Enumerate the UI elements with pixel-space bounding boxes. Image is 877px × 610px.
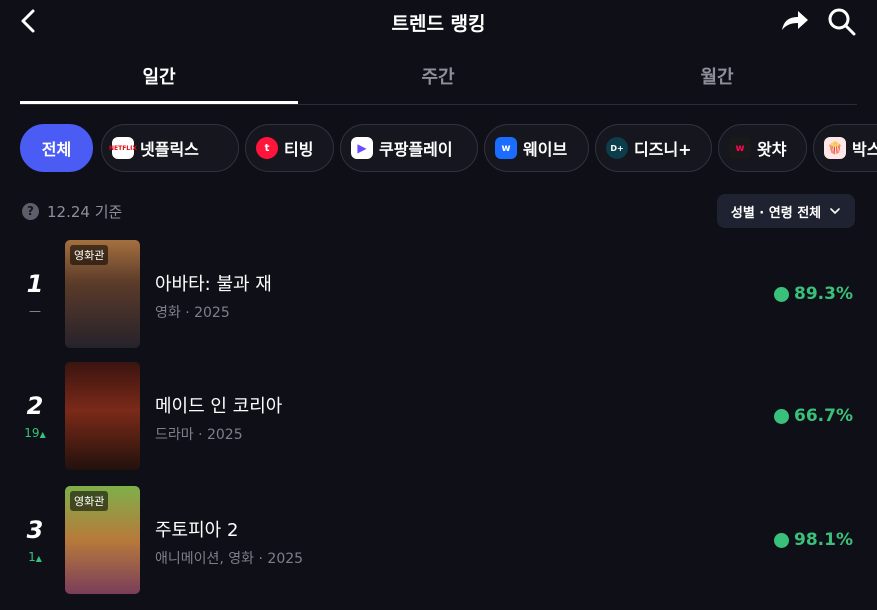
rank-change: — xyxy=(29,304,41,318)
poster-image xyxy=(65,362,140,470)
rank-number: 1 xyxy=(26,270,44,298)
score: 66.7% xyxy=(774,406,853,426)
coupang-play-logo-icon: ▶ xyxy=(351,137,373,159)
chevron-down-icon xyxy=(830,208,840,215)
chip-tving[interactable]: t 티빙 xyxy=(245,124,334,172)
watcha-logo-icon: w xyxy=(729,137,751,159)
tving-logo-icon: t xyxy=(256,137,278,159)
chip-wavve[interactable]: w 웨이브 xyxy=(484,124,589,172)
score: 89.3% xyxy=(774,284,853,304)
chip-all[interactable]: 전체 xyxy=(20,124,93,172)
chip-boxoffice[interactable]: 🍿 박스오 xyxy=(813,124,877,172)
theater-badge: 영화관 xyxy=(70,245,109,265)
chip-disney-plus[interactable]: D+ 디즈니+ xyxy=(595,124,712,172)
chip-netflix[interactable]: NETFLIX 넷플릭스 xyxy=(101,124,239,172)
search-button[interactable] xyxy=(826,6,858,36)
chip-label: 왓챠 xyxy=(757,140,787,159)
chip-label: 디즈니+ xyxy=(634,140,692,159)
meta-label: 애니메이션, 영화 · 2025 xyxy=(155,551,304,567)
rank-number: 2 xyxy=(26,392,44,420)
page-title: 트렌드 랭킹 xyxy=(391,13,486,35)
chip-coupang-play[interactable]: ▶ 쿠팡플레이 xyxy=(340,124,478,172)
netflix-logo-icon: NETFLIX xyxy=(109,137,137,159)
score-dot-icon xyxy=(774,532,790,548)
help-icon[interactable]: ? xyxy=(22,203,39,220)
share-button[interactable] xyxy=(778,6,810,36)
search-icon xyxy=(828,8,856,36)
score-value: 66.7% xyxy=(794,406,853,426)
score-value: 89.3% xyxy=(794,284,853,304)
share-arrow-icon xyxy=(782,11,808,30)
period-tabs: 일간 주간 월간 xyxy=(20,58,857,105)
chip-label: 전체 xyxy=(41,140,72,159)
theater-badge: 영화관 xyxy=(70,491,109,511)
up-triangle-icon: ▲ xyxy=(39,430,46,439)
chip-label: 박스오 xyxy=(852,140,877,159)
title-label: 아바타: 불과 재 xyxy=(155,274,272,295)
meta-label: 드라마 · 2025 xyxy=(155,427,243,443)
score: 98.1% xyxy=(774,530,853,550)
rank-number: 3 xyxy=(26,516,44,544)
basis-date: ? 12.24 기준 xyxy=(22,201,122,222)
filter-label: 성별 · 연령 전체 xyxy=(730,205,822,221)
ranking-row[interactable]: 3 1▲ 영화관 주토피아 2 애니메이션, 영화 · 2025 98.1% xyxy=(0,486,877,596)
score-dot-icon xyxy=(774,408,790,424)
platform-filter-chips: 전체 NETFLIX 넷플릭스 t 티빙 ▶ 쿠팡플레이 w 웨이브 D+ 디즈… xyxy=(20,124,877,176)
wavve-logo-icon: w xyxy=(495,137,517,159)
tab-monthly[interactable]: 월간 xyxy=(578,58,856,102)
chip-label: 티빙 xyxy=(284,140,314,159)
poster-image: 영화관 xyxy=(65,240,140,348)
app-header: 트렌드 랭킹 xyxy=(0,0,877,44)
basis-date-label: 12.24 기준 xyxy=(47,203,123,221)
tab-daily[interactable]: 일간 xyxy=(20,58,298,104)
title-label: 메이드 인 코리아 xyxy=(155,396,283,417)
score-dot-icon xyxy=(774,286,790,302)
gender-age-filter[interactable]: 성별 · 연령 전체 xyxy=(717,194,855,228)
tab-weekly[interactable]: 주간 xyxy=(299,58,577,102)
ranking-row[interactable]: 2 19▲ 메이드 인 코리아 드라마 · 2025 66.7% xyxy=(0,362,877,472)
poster-image: 영화관 xyxy=(65,486,140,594)
score-value: 98.1% xyxy=(794,530,853,550)
rank-change: 19▲ xyxy=(24,426,46,440)
chip-label: 넷플릭스 xyxy=(140,140,199,159)
meta-label: 영화 · 2025 xyxy=(155,305,230,321)
ranking-row[interactable]: 1 — 영화관 아바타: 불과 재 영화 · 2025 89.3% xyxy=(0,240,877,350)
chip-label: 쿠팡플레이 xyxy=(379,140,453,159)
rank-change: 1▲ xyxy=(28,550,42,564)
up-triangle-icon: ▲ xyxy=(35,554,42,563)
popcorn-logo-icon: 🍿 xyxy=(824,137,846,159)
chip-watcha[interactable]: w 왓챠 xyxy=(718,124,807,172)
title-label: 주토피아 2 xyxy=(155,520,239,541)
chip-label: 웨이브 xyxy=(523,140,568,159)
disney-plus-logo-icon: D+ xyxy=(606,137,628,159)
